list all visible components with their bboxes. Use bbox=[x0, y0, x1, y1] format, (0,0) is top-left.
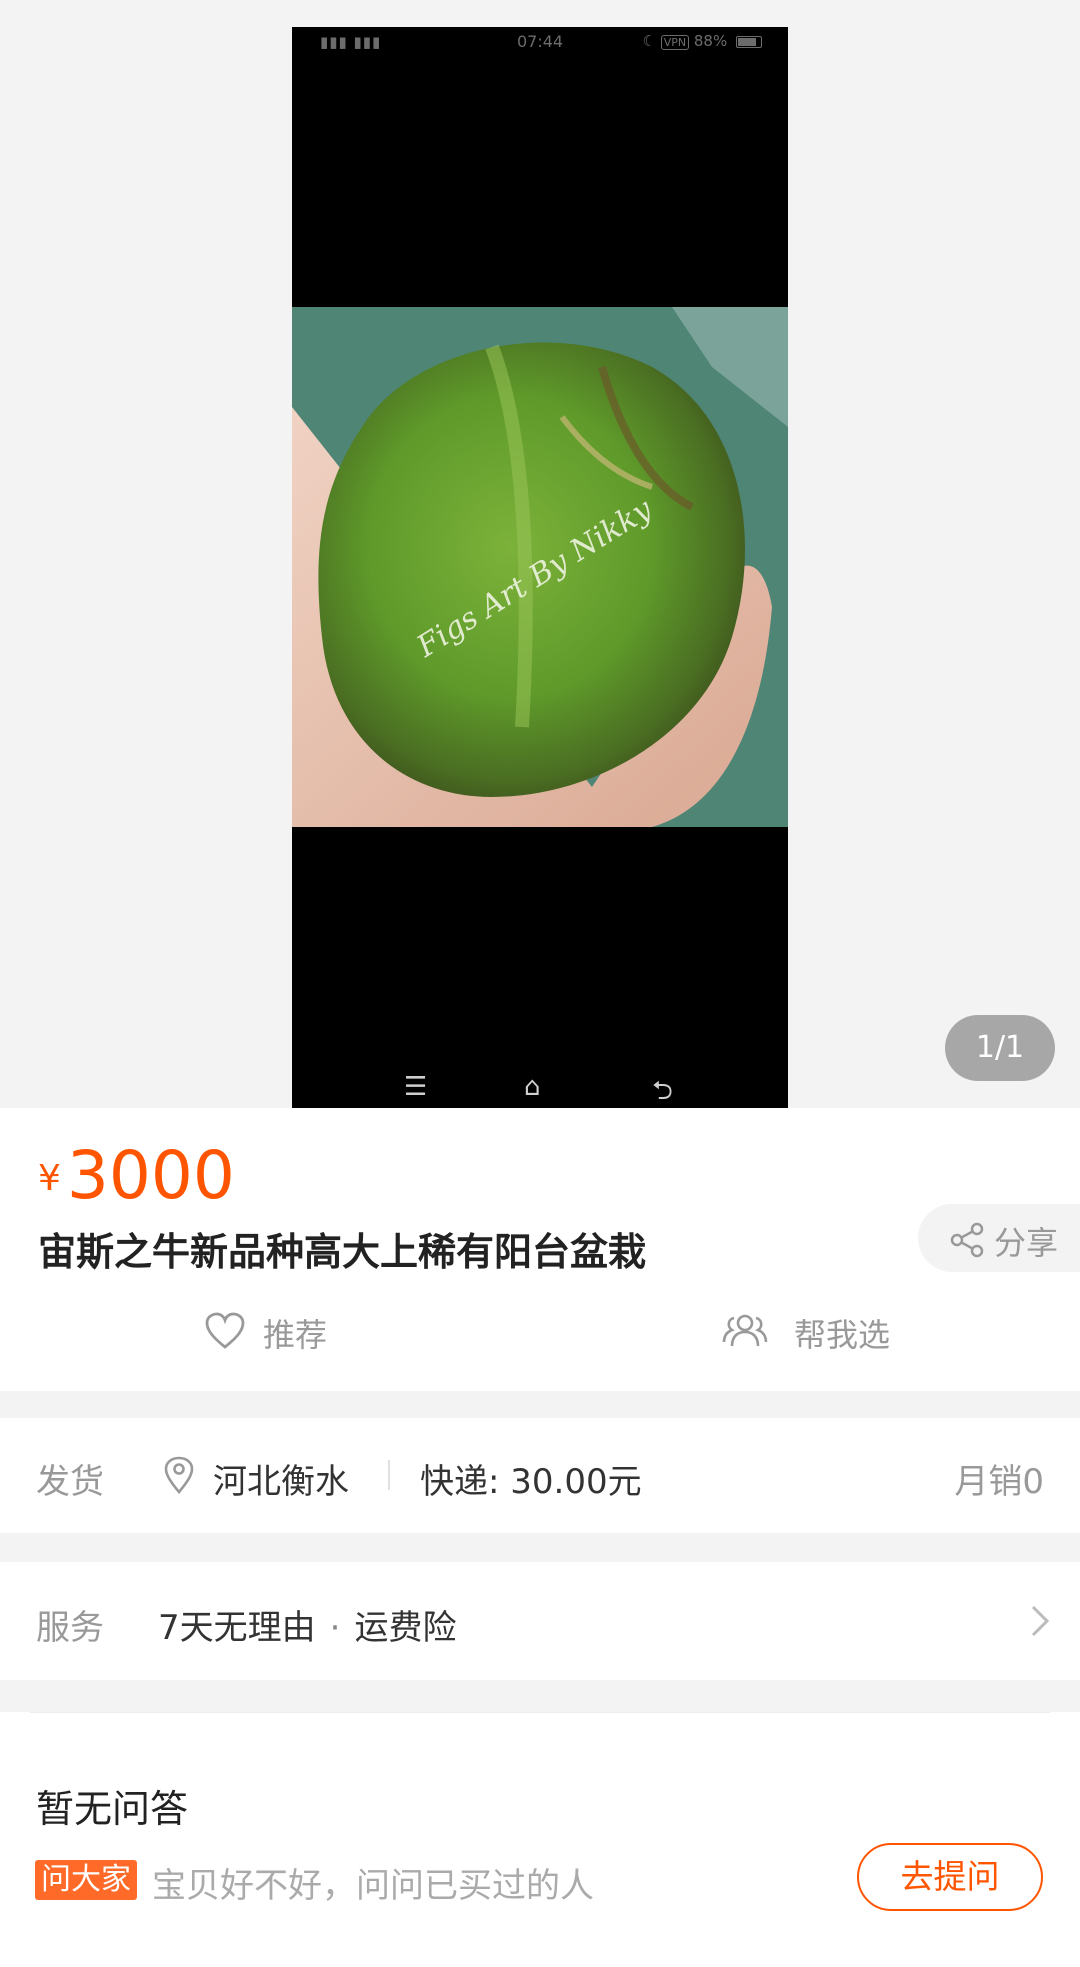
ask-question-button[interactable]: 去提问 bbox=[857, 1843, 1043, 1911]
divider bbox=[388, 1460, 390, 1490]
service-items: 7天无理由 · 运费险 bbox=[158, 1600, 456, 1649]
service-item: 7天无理由 bbox=[158, 1608, 316, 1648]
share-button[interactable]: 分享 bbox=[918, 1204, 1080, 1272]
signal-icon: ▮▮▮ ▮▮▮ bbox=[320, 33, 382, 51]
service-item: 运费险 bbox=[354, 1608, 457, 1648]
home-icon: ⌂ bbox=[524, 1072, 541, 1102]
heart-icon bbox=[205, 1312, 245, 1349]
product-image[interactable]: ▮▮▮ ▮▮▮ 07:44 ☾ VPN 88% Figs Art By Nikk… bbox=[292, 27, 788, 1108]
image-counter: 1/1 bbox=[945, 1015, 1055, 1081]
fig-illustration: Figs Art By Nikky bbox=[292, 307, 788, 827]
menu-icon: ☰ bbox=[404, 1072, 428, 1102]
chevron-right-icon bbox=[1031, 1605, 1050, 1637]
battery-icon bbox=[736, 35, 762, 48]
shipping-label: 发货 bbox=[36, 1462, 104, 1502]
embedded-nav-bar: ☰ ⌂ ⮌ bbox=[292, 1068, 788, 1108]
product-title: 宙斯之牛新品种高大上稀有阳台盆栽 bbox=[38, 1230, 647, 1274]
fig-photo: Figs Art By Nikky bbox=[292, 307, 788, 827]
people-icon bbox=[722, 1314, 768, 1347]
image-gallery[interactable]: ▮▮▮ ▮▮▮ 07:44 ☾ VPN 88% Figs Art By Nikk… bbox=[0, 0, 1080, 1108]
shipping-fee: 快递: 30.00元 bbox=[420, 1462, 642, 1502]
share-icon bbox=[950, 1222, 984, 1258]
battery-percent: 88% bbox=[693, 32, 728, 50]
monthly-sales: 月销0 bbox=[954, 1462, 1044, 1502]
currency-symbol: ¥ bbox=[38, 1158, 61, 1199]
embedded-status-bar: ▮▮▮ ▮▮▮ 07:44 ☾ VPN 88% bbox=[292, 27, 788, 55]
service-row[interactable]: 服务 7天无理由 · 运费险 bbox=[0, 1562, 1080, 1680]
shipping-row: 发货 河北衡水 快递: 30.00元 月销0 bbox=[0, 1418, 1080, 1533]
moon-icon: ☾ bbox=[642, 32, 656, 50]
ask-everyone-badge: 问大家 bbox=[35, 1860, 137, 1900]
location-pin-icon bbox=[164, 1456, 194, 1494]
help-choose-label: 帮我选 bbox=[794, 1316, 891, 1354]
qa-section: 暂无问答 问大家 宝贝好不好，问问已买过的人 去提问 bbox=[0, 1712, 1080, 1967]
share-label: 分享 bbox=[994, 1224, 1059, 1262]
price: ¥3000 bbox=[38, 1136, 235, 1216]
service-separator: · bbox=[329, 1608, 341, 1648]
qa-hint: 宝贝好不好，问问已买过的人 bbox=[152, 1866, 594, 1906]
qa-title: 暂无问答 bbox=[36, 1787, 189, 1831]
product-info-card: ¥3000 宙斯之牛新品种高大上稀有阳台盆栽 分享 推荐 帮我选 bbox=[0, 1108, 1080, 1391]
recommend-label: 推荐 bbox=[263, 1316, 328, 1354]
embedded-status-right: ☾ VPN 88% bbox=[642, 32, 762, 50]
divider bbox=[30, 1712, 1050, 1713]
shipping-location: 河北衡水 bbox=[213, 1462, 349, 1502]
price-value: 3000 bbox=[66, 1137, 235, 1214]
service-label: 服务 bbox=[36, 1608, 104, 1648]
embedded-time: 07:44 bbox=[517, 32, 564, 51]
vpn-badge: VPN bbox=[660, 35, 690, 50]
